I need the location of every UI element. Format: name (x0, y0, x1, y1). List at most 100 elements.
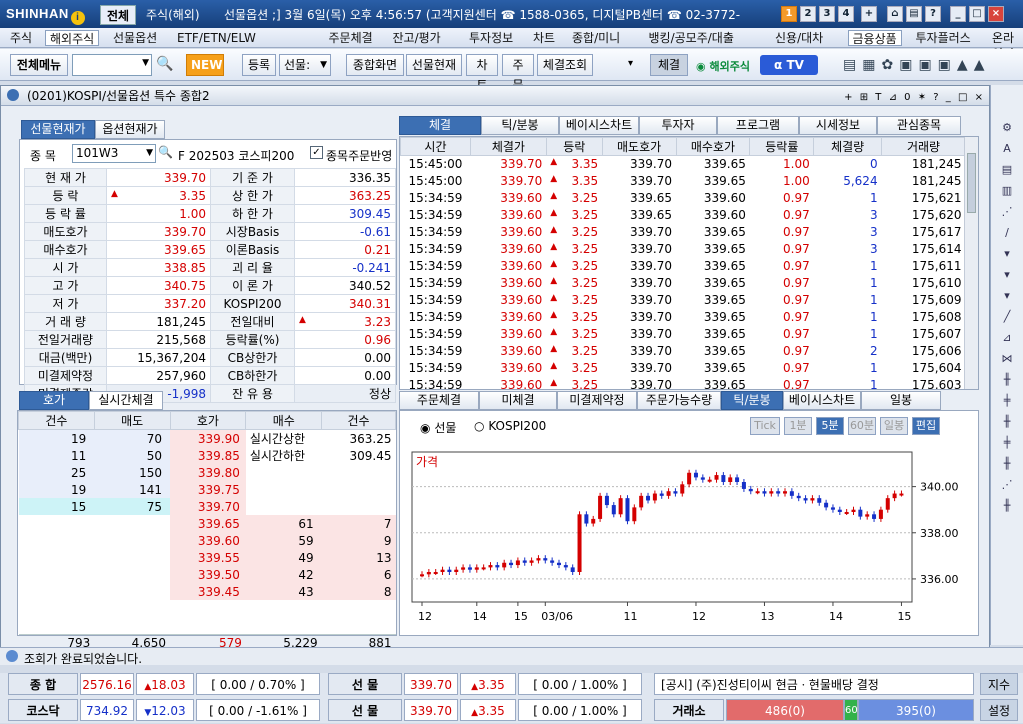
menu-item[interactable]: 선물옵션 (109, 30, 161, 46)
ask-price[interactable]: 339.80 (170, 464, 246, 481)
tab-right-6[interactable]: 관심종목 (877, 116, 961, 135)
window-num-4[interactable]: 4 (838, 6, 854, 22)
window-num-1[interactable]: 1 (781, 6, 797, 22)
screen-icon[interactable]: ▣ (938, 57, 957, 73)
close-icon[interactable]: × (975, 92, 985, 103)
radio-kospi200[interactable]: ○ KOSPI200 (474, 419, 546, 433)
ask-price[interactable]: 339.70 (170, 498, 246, 515)
toolbar-icons[interactable]: ▤▦✿▣▣▣▲▲ (843, 57, 990, 73)
table-row[interactable]: 15:34:59 339.60 ▲ 3.25 339.70 339.65 0.97 1 175,… (401, 292, 966, 309)
bid-price[interactable]: 339.45 (170, 583, 246, 600)
maximize-icon[interactable]: □ (958, 92, 969, 103)
link-icon[interactable]: ⊞ (860, 92, 870, 103)
code-input[interactable]: 101W3 ▼ (72, 144, 156, 163)
tab-right-1[interactable]: 틱/분봉 (481, 116, 559, 135)
radio-futures[interactable]: ◉ 선물 (420, 419, 456, 436)
tab-chart-1[interactable]: 미체결 (479, 391, 557, 410)
menu-item[interactable]: 온라인지점 (988, 30, 1023, 77)
period-button[interactable]: 1분 (784, 417, 812, 435)
scrollbar-thumb[interactable] (967, 153, 976, 213)
close-icon[interactable]: × (988, 6, 1004, 22)
minimize-icon[interactable]: _ (950, 6, 966, 22)
tab-right-4[interactable]: 프로그램 (717, 116, 799, 135)
home-icon[interactable]: ⌂ (887, 6, 903, 22)
drawing-tool-icon[interactable]: ╫ (999, 373, 1015, 387)
news-ticker[interactable]: [공시] (주)진성티이씨 현금ㆍ현물배당 결정 (654, 673, 974, 695)
new-button[interactable]: NEW (186, 54, 224, 76)
menu-item[interactable]: 해외주식 (45, 30, 100, 46)
order-reflect-checkbox[interactable]: ✓ (310, 146, 323, 159)
menu-item[interactable]: 주문체결 (325, 30, 377, 46)
plus-icon[interactable]: + (844, 92, 854, 103)
chevron-down-icon[interactable]: ▼ (146, 145, 153, 162)
futures-price-button[interactable]: 선물현재 (406, 54, 462, 76)
help-icon[interactable]: ? (925, 6, 941, 22)
column-header[interactable]: 등락 (545, 137, 603, 156)
drawing-tool-icon[interactable]: ⋰ (999, 205, 1015, 219)
layout-icon[interactable]: ▣ (899, 57, 918, 73)
table-row[interactable]: 15:34:59 339.60 ▲ 3.25 339.70 339.65 0.97 3 175,… (401, 241, 966, 258)
table-row[interactable]: 15:34:59 339.60 ▲ 3.25 339.70 339.65 0.97 1 175,… (401, 275, 966, 292)
ask-price[interactable]: 339.90 (170, 429, 246, 447)
minimize-icon[interactable]: _ (946, 92, 953, 103)
drawing-tool-icon[interactable]: ∕ (999, 226, 1015, 240)
menu-item[interactable]: 금융상품 (847, 30, 902, 46)
bid-row[interactable]: 339.60 59 9 (19, 532, 396, 549)
menu-item[interactable]: 투자플러스 (912, 30, 975, 46)
drawing-tool-icon[interactable]: ⚙ (999, 121, 1015, 135)
price-chart[interactable]: 가격 340.00 338.00 336.00 12 14 15 03/06 11 12 13 14 1… (408, 448, 974, 633)
period-button[interactable]: 편집 (912, 417, 940, 435)
tab-all[interactable]: 전체 (100, 5, 137, 25)
drawing-tool-icon[interactable]: ╫ (999, 457, 1015, 471)
bid-row[interactable]: 339.45 43 8 (19, 583, 396, 600)
user-icon[interactable]: ▲ (974, 57, 991, 73)
tab-chart-5[interactable]: 베이시스차트 (783, 391, 861, 410)
bid-price[interactable]: 339.50 (170, 566, 246, 583)
bid-row[interactable]: 339.65 61 7 (19, 515, 396, 532)
all-menu-button[interactable]: 전체메뉴 (10, 54, 68, 76)
drawing-tool-icon[interactable]: ⋰ (999, 478, 1015, 492)
scrollbar[interactable] (964, 137, 978, 389)
table-row[interactable]: 15:34:59 339.60 ▲ 3.25 339.70 339.65 0.97 2 175,… (401, 343, 966, 360)
window-num-3[interactable]: 3 (819, 6, 835, 22)
ask-row[interactable]: 19 141 339.75 (18, 481, 396, 498)
drawing-tool-icon[interactable]: ▾ (999, 247, 1015, 261)
drawing-tool-icon[interactable]: ╪ (999, 394, 1015, 408)
drawing-tool-icon[interactable]: ▾ (999, 289, 1015, 303)
tab-chart-0[interactable]: 주문체결 (399, 391, 479, 410)
drawing-tool-icon[interactable]: ╱ (999, 310, 1015, 324)
menu-search-input[interactable]: ▼ (72, 54, 152, 76)
tab-right-3[interactable]: 투자자 (639, 116, 717, 135)
overview-button[interactable]: 종합화면 (346, 54, 404, 76)
execution-inquiry-button[interactable]: 체결조회 (537, 54, 593, 76)
table-row[interactable]: 15:34:59 339.60 ▲ 3.25 339.70 339.65 0.97 1 175,… (401, 377, 966, 389)
register-button[interactable]: 등록 (242, 54, 276, 76)
column-header[interactable]: 체결량 (813, 137, 883, 156)
period-button[interactable]: 일봉 (880, 417, 908, 435)
column-header[interactable]: 매수호가 (675, 137, 751, 156)
pin-icon[interactable]: ✶ (918, 92, 928, 103)
ask-price[interactable]: 339.85 (170, 447, 246, 464)
ask-row[interactable]: 15 75 339.70 (18, 498, 396, 515)
menu-item[interactable]: 주식 (6, 30, 36, 46)
calculator-icon[interactable]: ▦ (862, 57, 881, 73)
column-header[interactable]: 등락률 (749, 137, 815, 156)
menu-item[interactable]: ETF/ETN/ELW (173, 30, 260, 46)
order-button[interactable]: 주문 (502, 54, 534, 92)
table-row[interactable]: 15:34:59 339.60 ▲ 3.25 339.70 339.65 0.97 1 175,… (401, 360, 966, 377)
menu-item[interactable]: 차트 (529, 30, 559, 46)
index-button[interactable]: 지수 (980, 673, 1018, 695)
text-icon[interactable]: T (875, 92, 883, 103)
bid-price[interactable]: 339.55 (170, 549, 246, 566)
ask-row[interactable]: 11 50 339.85 실시간하한 309.45 (18, 447, 396, 464)
column-header[interactable]: 시간 (400, 137, 471, 156)
print-icon[interactable]: ▤ (843, 57, 862, 73)
bid-price[interactable]: 339.60 (170, 532, 246, 549)
drawing-tool-icon[interactable]: ╫ (999, 499, 1015, 513)
lock-icon[interactable]: ⊿ (889, 92, 899, 103)
overseas-stock-link[interactable]: ◉ 해외주식 (696, 58, 750, 74)
tab-futures-price[interactable]: 선물현재가 (21, 120, 95, 139)
drawing-tool-icon[interactable]: A (999, 142, 1015, 156)
add-window-icon[interactable]: + (861, 6, 877, 22)
menu-item[interactable]: 투자정보 (465, 30, 517, 46)
